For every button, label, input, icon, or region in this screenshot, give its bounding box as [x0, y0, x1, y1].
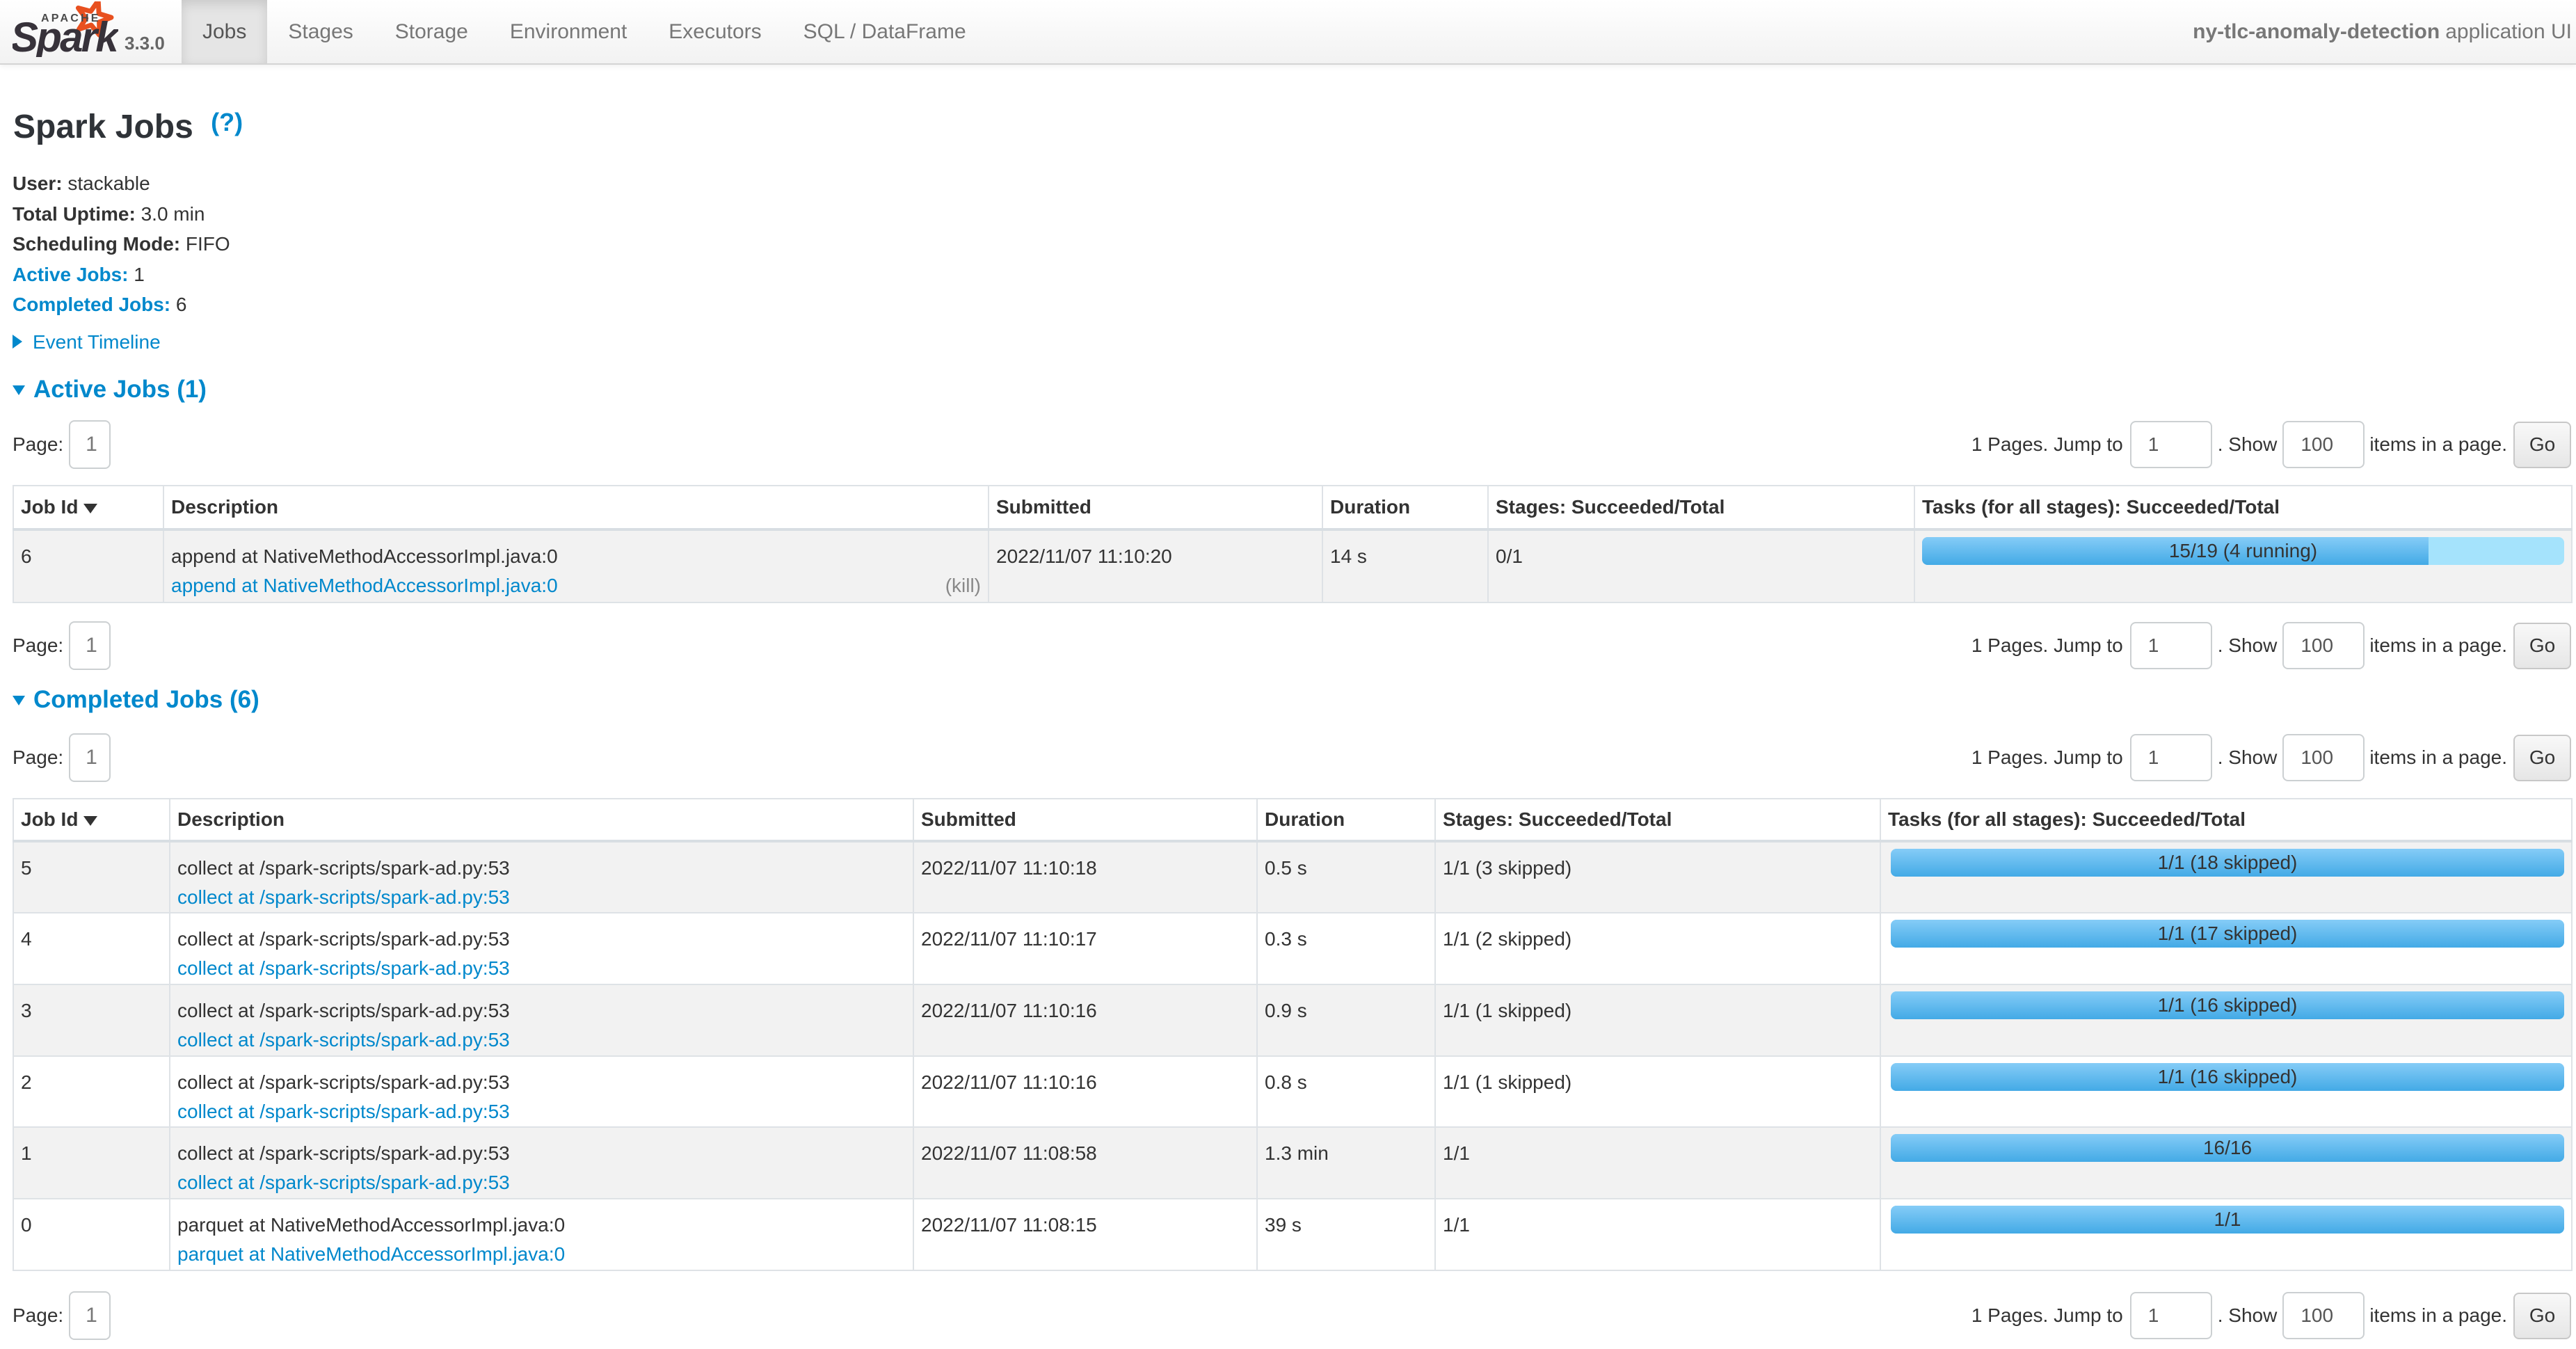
svg-text:Spark: Spark — [13, 14, 118, 57]
